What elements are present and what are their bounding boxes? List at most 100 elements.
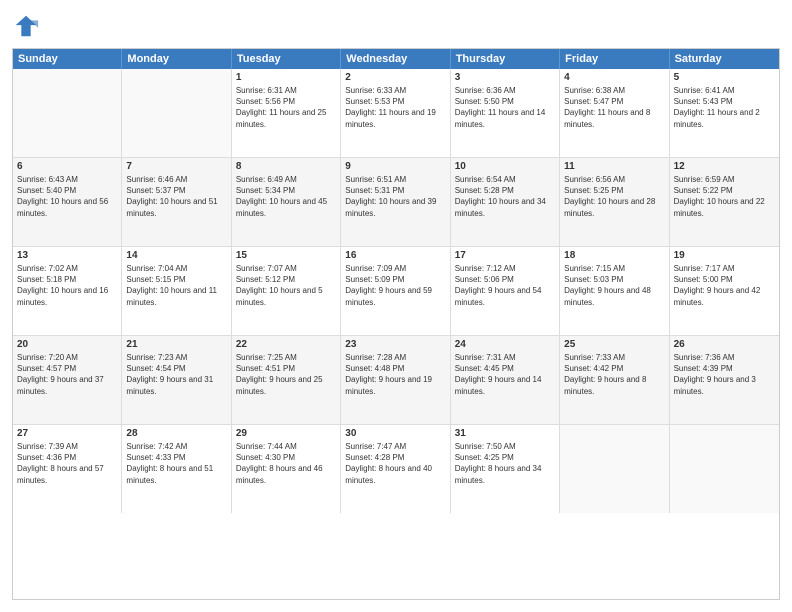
cell-info: Sunrise: 7:23 AMSunset: 4:54 PMDaylight:… <box>126 352 226 397</box>
calendar-cell: 13 Sunrise: 7:02 AMSunset: 5:18 PMDaylig… <box>13 247 122 335</box>
day-number: 14 <box>126 250 226 261</box>
cell-info: Sunrise: 6:43 AMSunset: 5:40 PMDaylight:… <box>17 174 117 219</box>
calendar-cell: 5 Sunrise: 6:41 AMSunset: 5:43 PMDayligh… <box>670 69 779 157</box>
calendar-cell <box>670 425 779 513</box>
day-number: 5 <box>674 72 775 83</box>
calendar-week-3: 13 Sunrise: 7:02 AMSunset: 5:18 PMDaylig… <box>13 247 779 336</box>
cell-info: Sunrise: 7:50 AMSunset: 4:25 PMDaylight:… <box>455 441 555 486</box>
calendar-cell: 27 Sunrise: 7:39 AMSunset: 4:36 PMDaylig… <box>13 425 122 513</box>
day-number: 26 <box>674 339 775 350</box>
cell-info: Sunrise: 7:42 AMSunset: 4:33 PMDaylight:… <box>126 441 226 486</box>
day-number: 13 <box>17 250 117 261</box>
calendar-week-1: 1 Sunrise: 6:31 AMSunset: 5:56 PMDayligh… <box>13 69 779 158</box>
cell-info: Sunrise: 6:31 AMSunset: 5:56 PMDaylight:… <box>236 85 336 130</box>
header-day-thursday: Thursday <box>451 49 560 69</box>
logo <box>12 12 44 40</box>
day-number: 27 <box>17 428 117 439</box>
cell-info: Sunrise: 7:07 AMSunset: 5:12 PMDaylight:… <box>236 263 336 308</box>
calendar-cell: 30 Sunrise: 7:47 AMSunset: 4:28 PMDaylig… <box>341 425 450 513</box>
cell-info: Sunrise: 6:33 AMSunset: 5:53 PMDaylight:… <box>345 85 445 130</box>
calendar-cell: 26 Sunrise: 7:36 AMSunset: 4:39 PMDaylig… <box>670 336 779 424</box>
header-day-monday: Monday <box>122 49 231 69</box>
day-number: 7 <box>126 161 226 172</box>
day-number: 21 <box>126 339 226 350</box>
calendar-cell: 1 Sunrise: 6:31 AMSunset: 5:56 PMDayligh… <box>232 69 341 157</box>
calendar-cell: 19 Sunrise: 7:17 AMSunset: 5:00 PMDaylig… <box>670 247 779 335</box>
cell-info: Sunrise: 6:49 AMSunset: 5:34 PMDaylight:… <box>236 174 336 219</box>
calendar-cell: 3 Sunrise: 6:36 AMSunset: 5:50 PMDayligh… <box>451 69 560 157</box>
day-number: 17 <box>455 250 555 261</box>
cell-info: Sunrise: 7:15 AMSunset: 5:03 PMDaylight:… <box>564 263 664 308</box>
cell-info: Sunrise: 7:31 AMSunset: 4:45 PMDaylight:… <box>455 352 555 397</box>
calendar-cell: 12 Sunrise: 6:59 AMSunset: 5:22 PMDaylig… <box>670 158 779 246</box>
calendar-cell: 24 Sunrise: 7:31 AMSunset: 4:45 PMDaylig… <box>451 336 560 424</box>
calendar-cell: 10 Sunrise: 6:54 AMSunset: 5:28 PMDaylig… <box>451 158 560 246</box>
calendar: SundayMondayTuesdayWednesdayThursdayFrid… <box>12 48 780 600</box>
cell-info: Sunrise: 6:56 AMSunset: 5:25 PMDaylight:… <box>564 174 664 219</box>
cell-info: Sunrise: 7:39 AMSunset: 4:36 PMDaylight:… <box>17 441 117 486</box>
day-number: 24 <box>455 339 555 350</box>
calendar-cell: 17 Sunrise: 7:12 AMSunset: 5:06 PMDaylig… <box>451 247 560 335</box>
cell-info: Sunrise: 7:12 AMSunset: 5:06 PMDaylight:… <box>455 263 555 308</box>
cell-info: Sunrise: 7:17 AMSunset: 5:00 PMDaylight:… <box>674 263 775 308</box>
cell-info: Sunrise: 7:44 AMSunset: 4:30 PMDaylight:… <box>236 441 336 486</box>
day-number: 16 <box>345 250 445 261</box>
cell-info: Sunrise: 7:04 AMSunset: 5:15 PMDaylight:… <box>126 263 226 308</box>
day-number: 29 <box>236 428 336 439</box>
day-number: 3 <box>455 72 555 83</box>
cell-info: Sunrise: 7:20 AMSunset: 4:57 PMDaylight:… <box>17 352 117 397</box>
cell-info: Sunrise: 7:09 AMSunset: 5:09 PMDaylight:… <box>345 263 445 308</box>
day-number: 18 <box>564 250 664 261</box>
day-number: 25 <box>564 339 664 350</box>
day-number: 10 <box>455 161 555 172</box>
header-day-tuesday: Tuesday <box>232 49 341 69</box>
calendar-cell: 15 Sunrise: 7:07 AMSunset: 5:12 PMDaylig… <box>232 247 341 335</box>
calendar-cell: 4 Sunrise: 6:38 AMSunset: 5:47 PMDayligh… <box>560 69 669 157</box>
calendar-cell: 7 Sunrise: 6:46 AMSunset: 5:37 PMDayligh… <box>122 158 231 246</box>
day-number: 15 <box>236 250 336 261</box>
calendar-cell: 14 Sunrise: 7:04 AMSunset: 5:15 PMDaylig… <box>122 247 231 335</box>
calendar-body: 1 Sunrise: 6:31 AMSunset: 5:56 PMDayligh… <box>13 69 779 513</box>
calendar-cell: 16 Sunrise: 7:09 AMSunset: 5:09 PMDaylig… <box>341 247 450 335</box>
cell-info: Sunrise: 6:59 AMSunset: 5:22 PMDaylight:… <box>674 174 775 219</box>
day-number: 31 <box>455 428 555 439</box>
page-header <box>12 12 780 40</box>
cell-info: Sunrise: 7:28 AMSunset: 4:48 PMDaylight:… <box>345 352 445 397</box>
calendar-week-5: 27 Sunrise: 7:39 AMSunset: 4:36 PMDaylig… <box>13 425 779 513</box>
day-number: 19 <box>674 250 775 261</box>
cell-info: Sunrise: 7:36 AMSunset: 4:39 PMDaylight:… <box>674 352 775 397</box>
header-day-friday: Friday <box>560 49 669 69</box>
cell-info: Sunrise: 6:36 AMSunset: 5:50 PMDaylight:… <box>455 85 555 130</box>
calendar-cell <box>13 69 122 157</box>
cell-info: Sunrise: 6:46 AMSunset: 5:37 PMDaylight:… <box>126 174 226 219</box>
header-day-wednesday: Wednesday <box>341 49 450 69</box>
calendar-cell: 22 Sunrise: 7:25 AMSunset: 4:51 PMDaylig… <box>232 336 341 424</box>
cell-info: Sunrise: 7:33 AMSunset: 4:42 PMDaylight:… <box>564 352 664 397</box>
day-number: 1 <box>236 72 336 83</box>
calendar-cell: 25 Sunrise: 7:33 AMSunset: 4:42 PMDaylig… <box>560 336 669 424</box>
cell-info: Sunrise: 6:38 AMSunset: 5:47 PMDaylight:… <box>564 85 664 130</box>
day-number: 2 <box>345 72 445 83</box>
day-number: 28 <box>126 428 226 439</box>
calendar-cell: 29 Sunrise: 7:44 AMSunset: 4:30 PMDaylig… <box>232 425 341 513</box>
day-number: 22 <box>236 339 336 350</box>
day-number: 8 <box>236 161 336 172</box>
calendar-cell: 31 Sunrise: 7:50 AMSunset: 4:25 PMDaylig… <box>451 425 560 513</box>
cell-info: Sunrise: 7:47 AMSunset: 4:28 PMDaylight:… <box>345 441 445 486</box>
day-number: 23 <box>345 339 445 350</box>
logo-icon <box>12 12 40 40</box>
calendar-cell: 8 Sunrise: 6:49 AMSunset: 5:34 PMDayligh… <box>232 158 341 246</box>
calendar-cell: 28 Sunrise: 7:42 AMSunset: 4:33 PMDaylig… <box>122 425 231 513</box>
cell-info: Sunrise: 6:54 AMSunset: 5:28 PMDaylight:… <box>455 174 555 219</box>
calendar-cell: 6 Sunrise: 6:43 AMSunset: 5:40 PMDayligh… <box>13 158 122 246</box>
day-number: 30 <box>345 428 445 439</box>
calendar-cell: 18 Sunrise: 7:15 AMSunset: 5:03 PMDaylig… <box>560 247 669 335</box>
calendar-cell: 21 Sunrise: 7:23 AMSunset: 4:54 PMDaylig… <box>122 336 231 424</box>
cell-info: Sunrise: 6:51 AMSunset: 5:31 PMDaylight:… <box>345 174 445 219</box>
calendar-week-4: 20 Sunrise: 7:20 AMSunset: 4:57 PMDaylig… <box>13 336 779 425</box>
calendar-cell <box>560 425 669 513</box>
cell-info: Sunrise: 7:25 AMSunset: 4:51 PMDaylight:… <box>236 352 336 397</box>
calendar-cell: 23 Sunrise: 7:28 AMSunset: 4:48 PMDaylig… <box>341 336 450 424</box>
day-number: 20 <box>17 339 117 350</box>
calendar-cell: 2 Sunrise: 6:33 AMSunset: 5:53 PMDayligh… <box>341 69 450 157</box>
